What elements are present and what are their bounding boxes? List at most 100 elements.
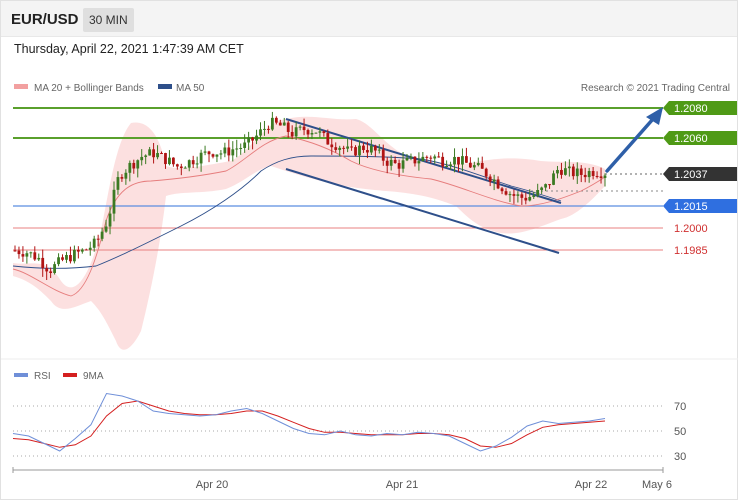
candle-body [290,131,294,137]
candle-body [516,194,520,196]
candle-body [92,238,96,248]
candle-body [211,154,215,157]
candle-body [267,128,270,130]
candle-body [492,179,496,182]
candle-body [405,157,409,161]
candle-body [480,162,484,169]
candle-body [227,147,231,156]
x-label-apr20: Apr 20 [196,479,228,491]
candle-body [302,126,306,131]
candle-body [179,166,183,169]
candle-body [199,152,203,164]
candle-body [235,148,239,150]
tag-1-2060: 1.2060 [663,131,737,145]
candle-body [334,147,338,150]
candle-body [251,137,254,141]
candle-body [84,249,88,251]
candle-body [560,169,563,175]
candle-body [160,153,163,155]
candle-body [567,166,571,169]
candle-body [259,129,262,136]
tag-1-2015-label: 1.2015 [674,201,708,213]
candle-body [195,163,199,165]
candle-body [100,231,104,239]
candle-body [603,175,607,178]
candle-body [17,250,21,255]
x-label-apr21: Apr 21 [386,479,418,491]
rsi-50-label: 50 [674,426,686,438]
rsi-ma-line [12,400,606,448]
candle-body [465,156,468,163]
candle-body [599,176,603,178]
candle-body [168,157,171,165]
candle-body [282,122,286,126]
candle-body [548,184,551,186]
candle-body [171,157,175,165]
candle-body [148,149,152,156]
candle-body [397,163,401,169]
candle-body [350,146,353,148]
tag-1-2060-label: 1.2060 [674,133,708,145]
candle-body [310,132,314,135]
candle-body [595,175,599,177]
candle-body [373,145,377,151]
tag-1-2037-label: 1.2037 [674,169,708,181]
candle-body [575,168,579,177]
candle-body [144,155,148,157]
x-axis: Apr 20 Apr 21 Apr 22 May 6 [12,467,672,491]
candle-body [13,250,17,252]
candle-body [461,156,464,165]
tag-1-2015: 1.2015 [663,199,737,213]
candle-body [421,156,425,162]
candle-body [65,255,68,260]
candle-body [500,188,504,192]
ma20-legend-label: MA 20 + Bollinger Bands [34,83,144,94]
candle-body [69,255,72,262]
candle-body [29,252,33,254]
candle-body [369,145,373,153]
candle-body [401,160,405,169]
rsi-legend: RSI 9MA [14,371,104,382]
candle-body [239,147,243,149]
ma50-swatch [158,84,172,89]
candle-body [409,156,413,158]
candle-body [354,147,357,156]
candle-body [476,162,480,166]
candle-body [156,153,159,158]
candle-body [338,147,342,150]
x-label-may6: May 6 [642,479,672,491]
candle-body [552,173,555,185]
candle-body [504,191,508,195]
candle-body [484,168,488,177]
candle-body [120,177,124,179]
tag-1-2037: 1.2037 [663,167,737,181]
candle-body [175,164,179,167]
candle-body [255,135,258,141]
candle-body [294,127,298,137]
rsi-ma-swatch [63,373,77,377]
candle-body [583,174,587,178]
candle-body [243,142,247,148]
candle-body [306,130,310,135]
candle-body [591,171,595,176]
candle-body [381,149,385,161]
tag-1-2000-label: 1.2000 [674,223,708,235]
candle-body [385,160,389,166]
candle-body [219,153,223,155]
rsi-ma-legend-label: 9MA [83,371,104,382]
candle-body [270,117,274,130]
candle-body [274,117,278,123]
candle-body [564,168,567,175]
candle-body [362,145,365,151]
candle-body [393,159,397,164]
candle-body [80,249,84,252]
candle-body [556,169,559,174]
candle-body [314,132,318,134]
credit-label: Research © 2021 Trading Central [581,83,730,94]
candle-body [358,145,361,156]
candle-body [496,179,500,189]
candle-body [207,151,211,155]
candle-body [472,165,476,168]
candle-body [433,156,437,159]
candle-body [587,171,591,178]
